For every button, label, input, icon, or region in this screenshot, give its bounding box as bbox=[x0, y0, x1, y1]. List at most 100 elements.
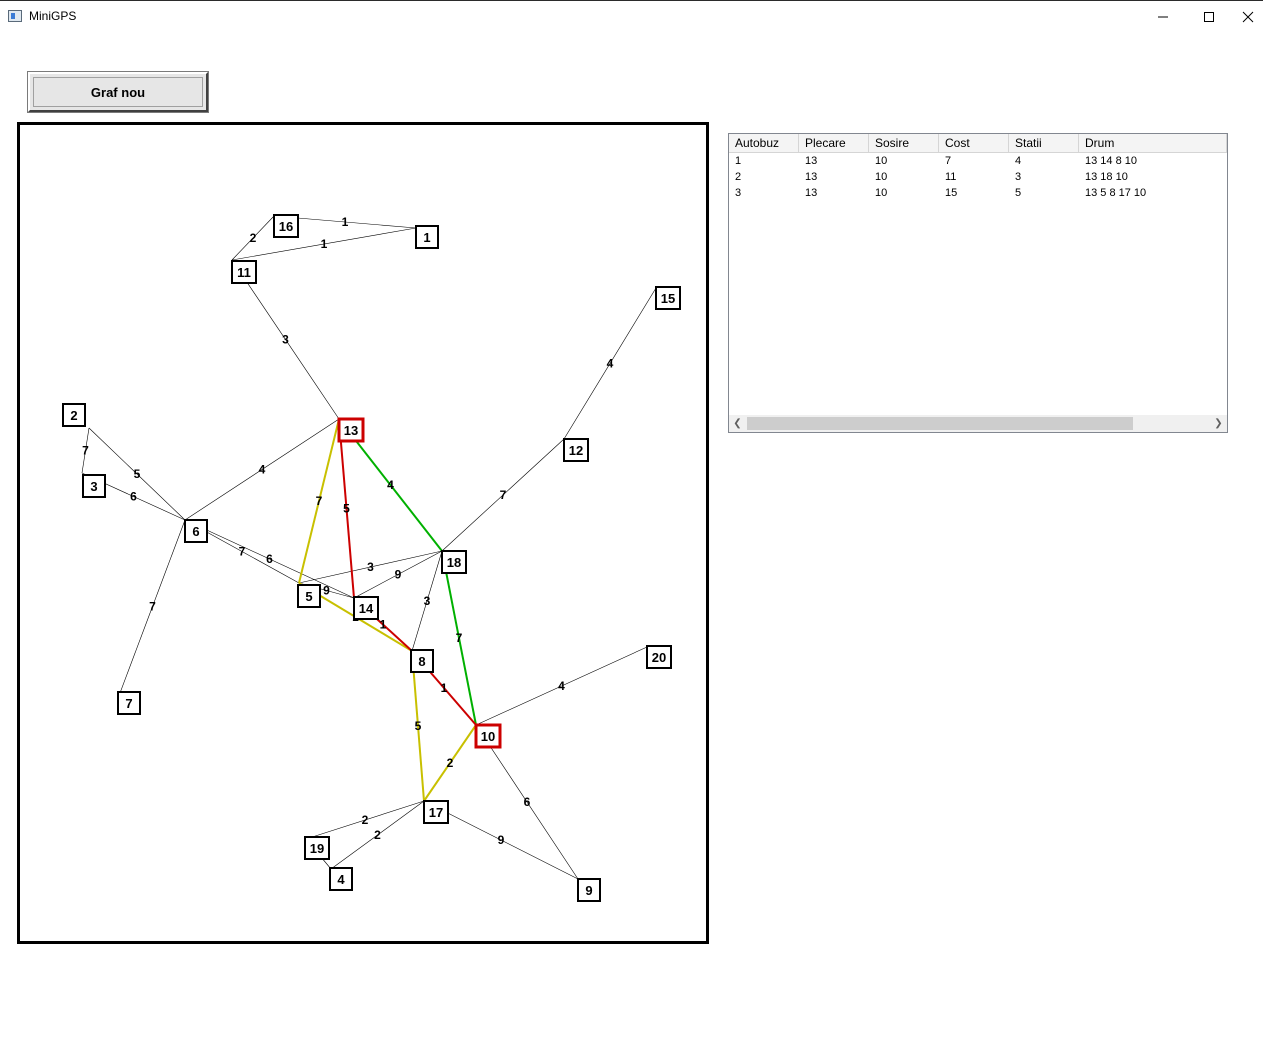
graph-canvas[interactable]: 11234775647677543991137152469225 1234567… bbox=[17, 122, 709, 944]
table-cell: 3 bbox=[735, 187, 742, 199]
edge-weight-label: 7 bbox=[149, 600, 156, 614]
edge-weight-label: 6 bbox=[266, 552, 273, 566]
edge-weight-label: 7 bbox=[82, 444, 89, 458]
table-cell: 13 bbox=[805, 171, 818, 183]
table-cell: 13 18 10 bbox=[1085, 171, 1128, 183]
graph-node-1[interactable]: 1 bbox=[415, 225, 439, 249]
graph-node-12[interactable]: 12 bbox=[563, 438, 589, 462]
graph-node-5[interactable]: 5 bbox=[297, 584, 321, 608]
graph-node-label: 13 bbox=[344, 423, 358, 438]
graph-node-2[interactable]: 2 bbox=[62, 403, 86, 427]
close-icon bbox=[1242, 11, 1253, 22]
column-header-sosire[interactable]: Sosire bbox=[869, 134, 939, 152]
graph-node-4[interactable]: 4 bbox=[329, 867, 353, 891]
graph-node-label: 4 bbox=[337, 872, 345, 887]
graph-node-8[interactable]: 8 bbox=[410, 649, 434, 673]
scrollbar-thumb[interactable] bbox=[747, 417, 1133, 430]
graph-node-3[interactable]: 3 bbox=[82, 474, 106, 498]
graph-node-label: 17 bbox=[429, 805, 443, 820]
graph-node-label: 7 bbox=[125, 696, 132, 711]
scroll-left-icon[interactable]: ❮ bbox=[729, 415, 746, 432]
column-header-drum[interactable]: Drum bbox=[1079, 134, 1227, 152]
graph-node-label: 16 bbox=[279, 219, 293, 234]
table-header: Autobuz Plecare Sosire Cost Statii Drum bbox=[729, 134, 1227, 153]
edge-weight-label: 4 bbox=[607, 357, 614, 371]
table-cell: 2 bbox=[735, 171, 742, 183]
table-cell: 10 bbox=[875, 187, 888, 199]
graph-node-label: 12 bbox=[569, 443, 583, 458]
edge-weight-label: 1 bbox=[342, 215, 349, 229]
edge-weight-label: 4 bbox=[259, 463, 266, 477]
title-bar: MiniGPS bbox=[0, 0, 1263, 32]
edge-weight-label: 4 bbox=[387, 478, 394, 492]
table-cell: 1 bbox=[735, 155, 742, 167]
edge-weight-label: 2 bbox=[374, 828, 381, 842]
graph-node-19[interactable]: 19 bbox=[304, 836, 330, 860]
graph-node-9[interactable]: 9 bbox=[577, 878, 601, 902]
graph-node-7[interactable]: 7 bbox=[117, 691, 141, 715]
graph-node-label: 18 bbox=[447, 555, 461, 570]
graph-node-16[interactable]: 16 bbox=[273, 214, 299, 238]
graph-node-label: 3 bbox=[90, 479, 97, 494]
scroll-right-icon[interactable]: ❯ bbox=[1210, 415, 1227, 432]
edge-weight-label: 9 bbox=[323, 584, 330, 598]
graph-node-18[interactable]: 18 bbox=[441, 550, 467, 574]
graph-node-10[interactable]: 10 bbox=[474, 723, 502, 749]
edge-weight-label: 5 bbox=[343, 502, 350, 516]
graph-node-label: 6 bbox=[192, 524, 199, 539]
edge-weight-label: 2 bbox=[250, 231, 257, 245]
table-cell: 10 bbox=[875, 171, 888, 183]
table-cell: 15 bbox=[945, 187, 958, 199]
column-header-plecare[interactable]: Plecare bbox=[799, 134, 869, 152]
graph-node-label: 15 bbox=[661, 291, 675, 306]
table-cell: 3 bbox=[1015, 171, 1022, 183]
graph-node-11[interactable]: 11 bbox=[231, 260, 257, 284]
edge-weight-label: 5 bbox=[134, 467, 141, 481]
new-graph-button[interactable]: Graf nou bbox=[27, 71, 209, 113]
window-title: MiniGPS bbox=[29, 9, 77, 23]
graph-node-label: 9 bbox=[585, 883, 592, 898]
column-header-autobuz[interactable]: Autobuz bbox=[729, 134, 799, 152]
table-cell: 13 bbox=[805, 155, 818, 167]
graph-node-label: 10 bbox=[481, 729, 495, 744]
graph-node-17[interactable]: 17 bbox=[423, 800, 449, 824]
table-cell: 10 bbox=[875, 155, 888, 167]
graph-node-14[interactable]: 14 bbox=[353, 596, 379, 620]
table-row[interactable]: 1 13 10 7 4 13 14 8 10 bbox=[729, 153, 1227, 169]
graph-node-6[interactable]: 6 bbox=[184, 519, 208, 543]
table-cell: 13 14 8 10 bbox=[1085, 155, 1137, 167]
graph-node-label: 5 bbox=[305, 589, 312, 604]
minimize-button[interactable] bbox=[1140, 1, 1186, 32]
edge-weight-label: 7 bbox=[316, 494, 323, 508]
edge-weight-label: 3 bbox=[282, 333, 289, 347]
graph-node-20[interactable]: 20 bbox=[646, 645, 672, 669]
table-cell: 4 bbox=[1015, 155, 1022, 167]
button-focus-border bbox=[33, 77, 203, 107]
edge-weight-label: 9 bbox=[395, 568, 402, 582]
maximize-button[interactable] bbox=[1186, 1, 1232, 32]
graph-node-label: 2 bbox=[70, 408, 77, 423]
table-row[interactable]: 2 13 10 11 3 13 18 10 bbox=[729, 169, 1227, 185]
edge-weight-label: 3 bbox=[424, 594, 431, 608]
edge-weight-label: 6 bbox=[524, 795, 531, 809]
maximize-icon bbox=[1204, 11, 1214, 22]
close-button[interactable] bbox=[1232, 1, 1263, 32]
edge-weight-label: 1 bbox=[321, 237, 328, 251]
column-header-cost[interactable]: Cost bbox=[939, 134, 1009, 152]
table-cell: 5 bbox=[1015, 187, 1022, 199]
graph-node-label: 14 bbox=[359, 601, 374, 616]
table-row[interactable]: 3 13 10 15 5 13 5 8 17 10 bbox=[729, 185, 1227, 201]
column-header-statii[interactable]: Statii bbox=[1009, 134, 1079, 152]
graph-drawing: 11234775647677543991137152469225 1234567… bbox=[62, 214, 681, 902]
edge-weight-label: 5 bbox=[415, 719, 422, 733]
routes-table[interactable]: Autobuz Plecare Sosire Cost Statii Drum 1 13 10… bbox=[728, 133, 1228, 433]
table-cell: 11 bbox=[945, 171, 957, 183]
graph-node-label: 20 bbox=[652, 650, 666, 665]
edge-weight-label: 2 bbox=[362, 813, 369, 827]
graph-node-15[interactable]: 15 bbox=[655, 286, 681, 310]
edge-weight-label: 4 bbox=[558, 679, 565, 693]
table-cell: 7 bbox=[945, 155, 952, 167]
horizontal-scrollbar[interactable]: ❮ ❯ bbox=[729, 415, 1227, 432]
graph-node-13[interactable]: 13 bbox=[337, 417, 365, 443]
graph-node-label: 19 bbox=[310, 841, 324, 856]
